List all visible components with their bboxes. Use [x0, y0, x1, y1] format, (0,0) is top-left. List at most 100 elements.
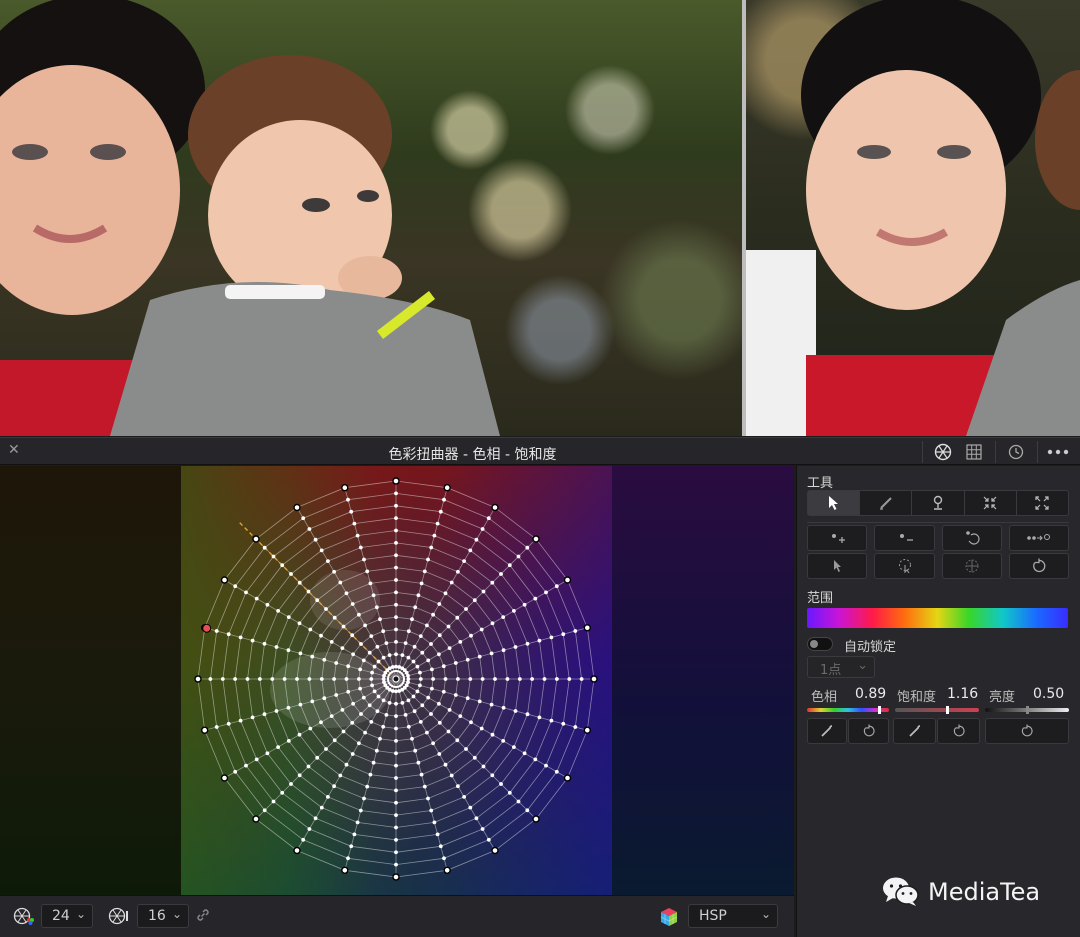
control-point[interactable] [297, 732, 302, 737]
control-point[interactable] [416, 760, 421, 765]
control-point[interactable] [516, 554, 521, 559]
control-point[interactable] [394, 788, 398, 793]
control-point[interactable] [437, 652, 441, 657]
control-point[interactable] [355, 820, 360, 825]
control-point[interactable] [394, 763, 398, 768]
control-point[interactable] [458, 640, 463, 644]
control-point[interactable] [403, 641, 408, 645]
points-select[interactable]: 1点 ⌄ [807, 656, 875, 678]
remove-point-icon[interactable] [874, 525, 935, 551]
hue-resolution-select[interactable]: 24 ⌄ [41, 904, 93, 928]
control-point[interactable] [549, 635, 554, 640]
control-point[interactable] [214, 725, 219, 729]
outer-control-point[interactable] [200, 726, 209, 734]
control-point[interactable] [349, 509, 354, 514]
link-icon[interactable] [195, 907, 213, 925]
control-point[interactable] [416, 593, 421, 598]
control-point[interactable] [486, 837, 491, 842]
control-point[interactable] [374, 605, 379, 610]
control-point[interactable] [446, 624, 451, 629]
control-point[interactable] [406, 724, 411, 729]
control-point[interactable] [413, 605, 418, 610]
control-point[interactable] [363, 623, 367, 628]
control-point[interactable] [431, 741, 435, 746]
control-point[interactable] [250, 715, 255, 720]
outer-control-point[interactable] [532, 535, 540, 543]
control-point[interactable] [501, 615, 506, 619]
control-point[interactable] [319, 677, 324, 681]
control-point[interactable] [449, 580, 454, 585]
control-point[interactable] [480, 677, 485, 681]
control-point[interactable] [338, 773, 343, 778]
control-point[interactable] [394, 850, 398, 855]
control-point[interactable] [394, 491, 398, 496]
control-point[interactable] [307, 677, 312, 681]
control-point[interactable] [437, 752, 442, 756]
hue-slider-handle[interactable] [878, 706, 882, 714]
control-point[interactable] [456, 677, 460, 681]
control-point[interactable] [381, 677, 386, 681]
control-point[interactable] [435, 832, 440, 837]
control-point[interactable] [419, 581, 424, 586]
outer-control-point[interactable] [293, 846, 301, 855]
control-point[interactable] [430, 667, 434, 672]
control-point[interactable] [315, 598, 320, 603]
control-point[interactable] [400, 653, 405, 657]
control-point[interactable] [479, 726, 484, 731]
control-point[interactable] [358, 545, 363, 550]
sat-resolution-select[interactable]: 16 ⌄ [137, 904, 189, 928]
control-point[interactable] [522, 751, 527, 756]
control-point[interactable] [238, 635, 243, 640]
outer-control-point[interactable] [252, 535, 260, 543]
control-point[interactable] [329, 714, 334, 718]
control-point[interactable] [262, 712, 267, 717]
control-point[interactable] [322, 696, 327, 701]
control-point[interactable] [384, 641, 389, 645]
control-point[interactable] [361, 695, 366, 700]
warper-icon[interactable] [928, 440, 958, 464]
control-point[interactable] [381, 655, 386, 660]
source-image[interactable] [0, 0, 742, 436]
control-point[interactable] [350, 633, 355, 638]
control-point[interactable] [372, 664, 377, 669]
control-point[interactable] [214, 629, 219, 633]
control-point[interactable] [453, 661, 458, 665]
swap-point-icon[interactable] [942, 525, 1002, 551]
control-point[interactable] [271, 799, 276, 804]
auto-lock-toggle[interactable] [807, 637, 833, 651]
control-point[interactable] [295, 677, 299, 681]
control-point[interactable] [425, 623, 429, 628]
control-point[interactable] [430, 686, 434, 691]
control-point[interactable] [233, 584, 238, 589]
control-point[interactable] [489, 651, 494, 656]
control-point[interactable] [579, 677, 584, 681]
hue-slider[interactable] [807, 706, 889, 714]
control-point[interactable] [381, 629, 386, 634]
control-point[interactable] [403, 713, 408, 717]
control-point[interactable] [468, 548, 473, 553]
control-point[interactable] [365, 784, 370, 789]
control-point[interactable] [346, 497, 350, 502]
control-point[interactable] [505, 677, 510, 681]
control-point[interactable] [301, 837, 306, 842]
pin-icon[interactable] [912, 491, 965, 515]
control-point[interactable] [455, 615, 460, 620]
control-point[interactable] [425, 730, 429, 735]
control-point[interactable] [226, 721, 231, 726]
control-point[interactable] [319, 548, 324, 553]
control-point[interactable] [397, 689, 402, 693]
control-point[interactable] [341, 624, 346, 629]
control-point[interactable] [357, 612, 361, 617]
add-point-icon[interactable] [807, 525, 867, 551]
control-point[interactable] [458, 714, 463, 718]
control-point[interactable] [468, 805, 473, 810]
control-point[interactable] [262, 641, 267, 646]
control-point[interactable] [361, 658, 366, 663]
control-point[interactable] [513, 645, 518, 649]
control-point[interactable] [462, 559, 466, 563]
control-point[interactable] [313, 816, 318, 821]
control-point[interactable] [525, 712, 530, 717]
control-point[interactable] [329, 640, 334, 644]
hue-value[interactable]: 0.89 [855, 686, 886, 702]
control-point[interactable] [319, 805, 324, 810]
